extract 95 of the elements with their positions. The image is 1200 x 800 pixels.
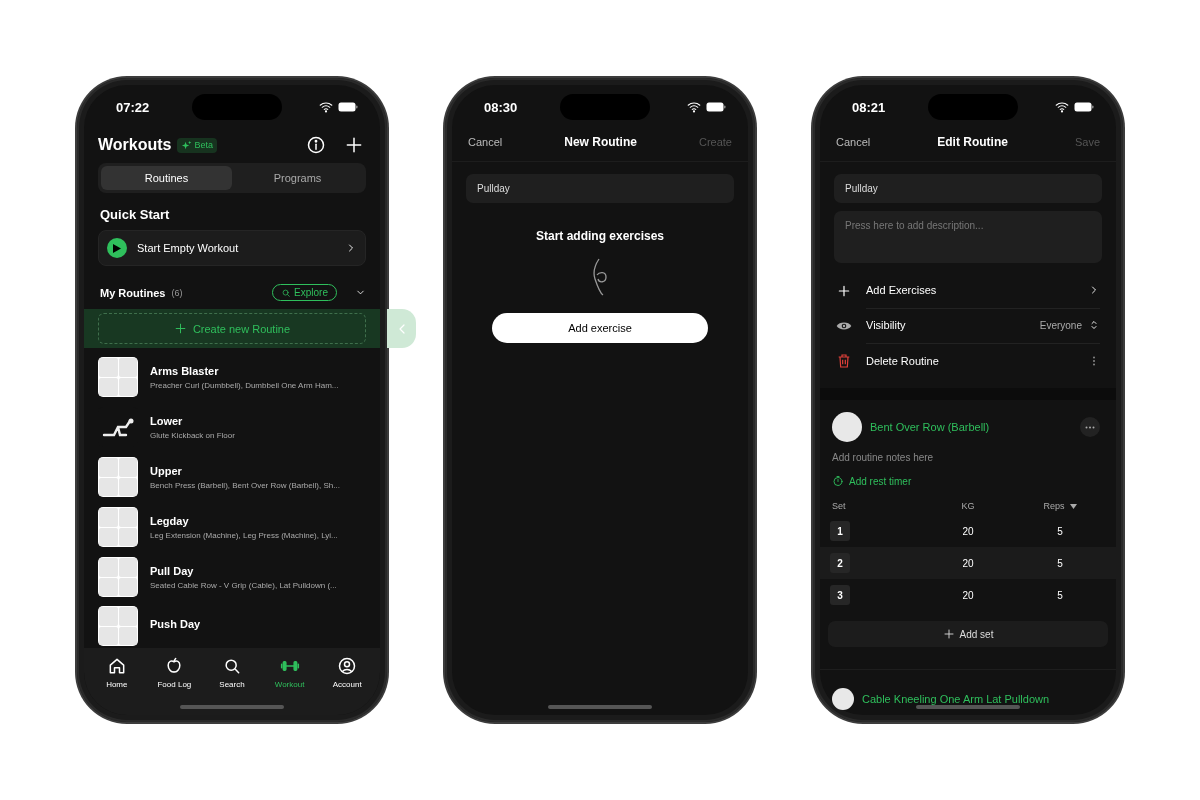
routine-name: Lower bbox=[150, 414, 184, 427]
search-icon bbox=[281, 287, 292, 298]
routine-name: Push Day bbox=[150, 618, 201, 630]
routine-name: Pull Day bbox=[150, 564, 195, 577]
column-header: KG bbox=[960, 501, 976, 511]
exercise-thumbnail bbox=[98, 557, 138, 597]
description-field[interactable]: Press here to add description... bbox=[834, 211, 1102, 263]
option-label[interactable]: Visibility bbox=[866, 319, 906, 331]
column-header: Set bbox=[831, 501, 846, 511]
routine-item[interactable]: Legday Leg Extension (Machine), Leg Press (Machine), Lyi... bbox=[84, 502, 380, 552]
section-title: Quick Start bbox=[99, 206, 171, 224]
empty-state-title: Start adding exercises bbox=[534, 229, 666, 243]
plus-icon bbox=[173, 322, 187, 335]
segment-tab[interactable]: Routines bbox=[101, 166, 232, 190]
routine-exercises: Seated Cable Row - V Grip (Cable), Lat Pulldown (... bbox=[150, 580, 337, 590]
add-button[interactable] bbox=[344, 135, 364, 155]
caret-icon bbox=[1069, 503, 1077, 509]
squiggle-icon bbox=[592, 257, 608, 297]
status-time: 08:21 bbox=[852, 99, 887, 115]
search-icon bbox=[222, 656, 242, 676]
exercise-thumbnail bbox=[98, 606, 138, 646]
routine-count: (6) bbox=[171, 287, 183, 298]
option-label[interactable]: Delete Routine bbox=[866, 354, 939, 367]
trash-icon bbox=[836, 352, 852, 369]
screen-title: New Routine bbox=[563, 135, 638, 149]
exercise-name[interactable]: Cable Kneeling One Arm Lat Pulldown bbox=[862, 693, 1100, 705]
routine-name-field[interactable]: Pullday bbox=[834, 174, 1102, 203]
visibility-value: Everyone bbox=[1039, 319, 1082, 331]
nav-tab[interactable]: Home bbox=[91, 656, 142, 689]
option-label[interactable]: Add Exercises bbox=[866, 284, 937, 296]
wifi-icon bbox=[1055, 100, 1069, 114]
nav-tab[interactable]: Search bbox=[207, 656, 257, 689]
exercise-thumbnail bbox=[98, 357, 138, 397]
plus-icon bbox=[344, 135, 364, 155]
section-title: My Routines bbox=[100, 286, 166, 299]
start-workout-button[interactable]: Start Empty Workout bbox=[98, 230, 366, 266]
status-time: 07:22 bbox=[116, 99, 151, 115]
routine-exercises: Leg Extension (Machine), Leg Press (Machine), Lyi... bbox=[150, 530, 338, 540]
notes-placeholder[interactable]: Add routine notes here bbox=[820, 442, 1116, 463]
table-cell[interactable]: 20 bbox=[922, 589, 1014, 601]
status-time: 08:30 bbox=[484, 99, 519, 115]
exercise-name[interactable]: Bent Over Row (Barbell) bbox=[870, 421, 1072, 433]
segment-tab[interactable]: Programs bbox=[232, 166, 363, 190]
routine-item[interactable]: Pull Day Seated Cable Row - V Grip (Cable), Lat Pulldown (... bbox=[84, 552, 380, 602]
routine-item[interactable]: Lower Glute Kickback on Floor bbox=[84, 402, 380, 452]
set-number[interactable]: 3 bbox=[830, 585, 850, 605]
routine-item[interactable]: Upper Bench Press (Barbell), Bent Over Row (Barbell), Sh... bbox=[84, 452, 380, 502]
exercise-avatar bbox=[832, 412, 862, 442]
set-number[interactable]: 2 bbox=[830, 553, 850, 573]
table-cell[interactable]: 5 bbox=[1014, 525, 1106, 537]
add-set-button[interactable]: Add set bbox=[828, 621, 1108, 647]
table-cell[interactable]: 20 bbox=[922, 557, 1014, 569]
battery-icon bbox=[338, 102, 358, 112]
cancel-button[interactable]: Cancel bbox=[468, 136, 503, 148]
info-icon bbox=[306, 135, 326, 155]
routine-exercises: Bench Press (Barbell), Bent Over Row (Barbell), Sh... bbox=[150, 480, 340, 490]
add-exercise-button[interactable]: Add exercise bbox=[492, 313, 708, 343]
cancel-button[interactable]: Cancel bbox=[836, 136, 871, 148]
exercise-thumbnail bbox=[98, 507, 138, 547]
nav-tab[interactable]: Food Log bbox=[149, 656, 200, 689]
screen-title: Workouts bbox=[98, 136, 172, 154]
nav-tab[interactable]: Account bbox=[322, 656, 373, 689]
play-icon bbox=[107, 238, 127, 258]
rest-timer-button[interactable]: Add rest timer bbox=[820, 463, 1116, 487]
battery-icon bbox=[706, 102, 726, 112]
wifi-icon bbox=[319, 100, 333, 114]
routine-exercises: Preacher Curl (Dumbbell), Dumbbell One Arm Ham... bbox=[150, 380, 339, 390]
table-cell[interactable]: 5 bbox=[1014, 589, 1106, 601]
exercise-avatar bbox=[832, 688, 854, 710]
column-header[interactable]: Reps bbox=[1043, 501, 1065, 511]
table-cell[interactable]: 5 bbox=[1014, 557, 1106, 569]
routine-name-field[interactable]: Pullday bbox=[466, 174, 734, 203]
plus-icon bbox=[942, 628, 955, 640]
table-cell[interactable]: 20 bbox=[922, 525, 1014, 537]
account-icon bbox=[337, 656, 358, 676]
up-down-chevron-icon bbox=[1088, 319, 1100, 331]
exercise-thumbnail bbox=[98, 457, 138, 497]
timer-icon bbox=[832, 475, 844, 487]
sparkle-icon bbox=[181, 139, 193, 151]
beta-badge: Beta bbox=[177, 137, 217, 153]
set-number[interactable]: 1 bbox=[830, 521, 850, 541]
more-icon bbox=[1085, 425, 1095, 429]
routine-item[interactable]: Push Day bbox=[84, 602, 380, 646]
nav-tab[interactable]: Workout bbox=[264, 656, 315, 689]
info-button[interactable] bbox=[306, 135, 326, 155]
battery-icon bbox=[1074, 102, 1094, 112]
routine-item[interactable]: Arms Blaster Preacher Curl (Dumbbell), Dumbbell One Arm Ham... bbox=[84, 352, 380, 402]
more-button[interactable] bbox=[1080, 417, 1100, 437]
routine-name: Upper bbox=[150, 464, 183, 477]
screen-title: Edit Routine bbox=[936, 135, 1009, 149]
routine-exercises: Glute Kickback on Floor bbox=[150, 430, 235, 440]
routine-name: Arms Blaster bbox=[150, 364, 220, 377]
create-routine-button[interactable]: Create new Routine bbox=[98, 313, 366, 344]
wifi-icon bbox=[687, 100, 701, 114]
routine-name: Legday bbox=[150, 514, 190, 527]
